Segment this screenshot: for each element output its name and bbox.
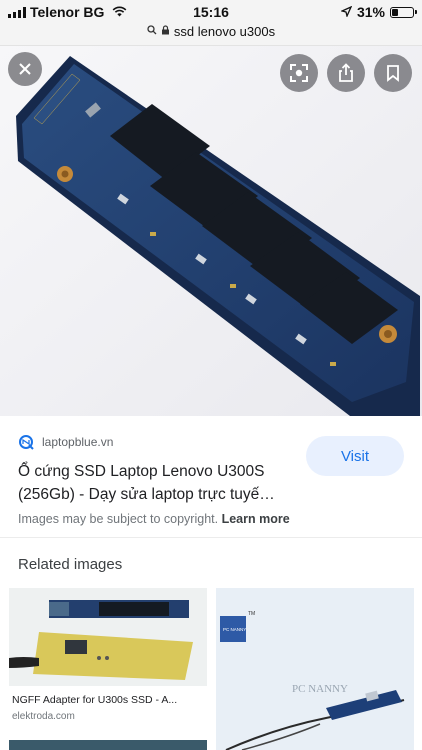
logo-text: PC NANNY [223, 627, 246, 632]
search-icon [147, 25, 157, 38]
visit-button[interactable]: Visit [306, 436, 404, 476]
copyright-notice: Images may be subject to copyright. Lear… [18, 512, 290, 526]
battery-icon [390, 6, 417, 18]
related-image-3[interactable] [9, 740, 207, 750]
copyright-text: Images may be subject to copyright. [18, 512, 219, 526]
source-link[interactable]: laptopblue.vn [18, 434, 113, 450]
close-icon[interactable] [8, 52, 42, 86]
result-info: laptopblue.vn Ổ cứng SSD Laptop Lenovo U… [0, 416, 422, 538]
lens-icon[interactable] [280, 54, 318, 92]
battery-info: 31% [339, 4, 417, 20]
learn-more-link[interactable]: Learn more [222, 512, 290, 526]
bookmark-icon[interactable] [374, 54, 412, 92]
image-viewer[interactable] [0, 46, 422, 416]
cable-photo: PC NANNY TM PC NANNY [216, 588, 414, 750]
related-source-1: elektroda.com [12, 711, 75, 722]
related-image-1[interactable] [9, 588, 207, 686]
ssd-photo [0, 46, 422, 416]
watermark-text: PC NANNY [292, 683, 348, 695]
source-domain: laptopblue.vn [42, 435, 114, 449]
status-bar: Telenor BG 15:16 31% ssd lenovo u300s [0, 0, 422, 46]
address-bar[interactable]: ssd lenovo u300s [0, 24, 422, 39]
logo-mark: TM [248, 611, 255, 617]
related-image-2[interactable]: PC NANNY TM PC NANNY [216, 588, 414, 750]
site-favicon-icon [18, 434, 34, 450]
lock-icon [161, 25, 170, 38]
result-title[interactable]: Ổ cứng SSD Laptop Lenovo U300S (256Gb) -… [18, 460, 298, 506]
share-icon[interactable] [327, 54, 365, 92]
url-text: ssd lenovo u300s [173, 24, 276, 39]
location-arrow-icon [339, 4, 353, 20]
related-heading: Related images [18, 556, 123, 573]
adapter-photo [9, 588, 207, 686]
related-caption-1[interactable]: NGFF Adapter for U300s SSD - A... [12, 694, 204, 706]
battery-percent: 31% [356, 4, 385, 20]
